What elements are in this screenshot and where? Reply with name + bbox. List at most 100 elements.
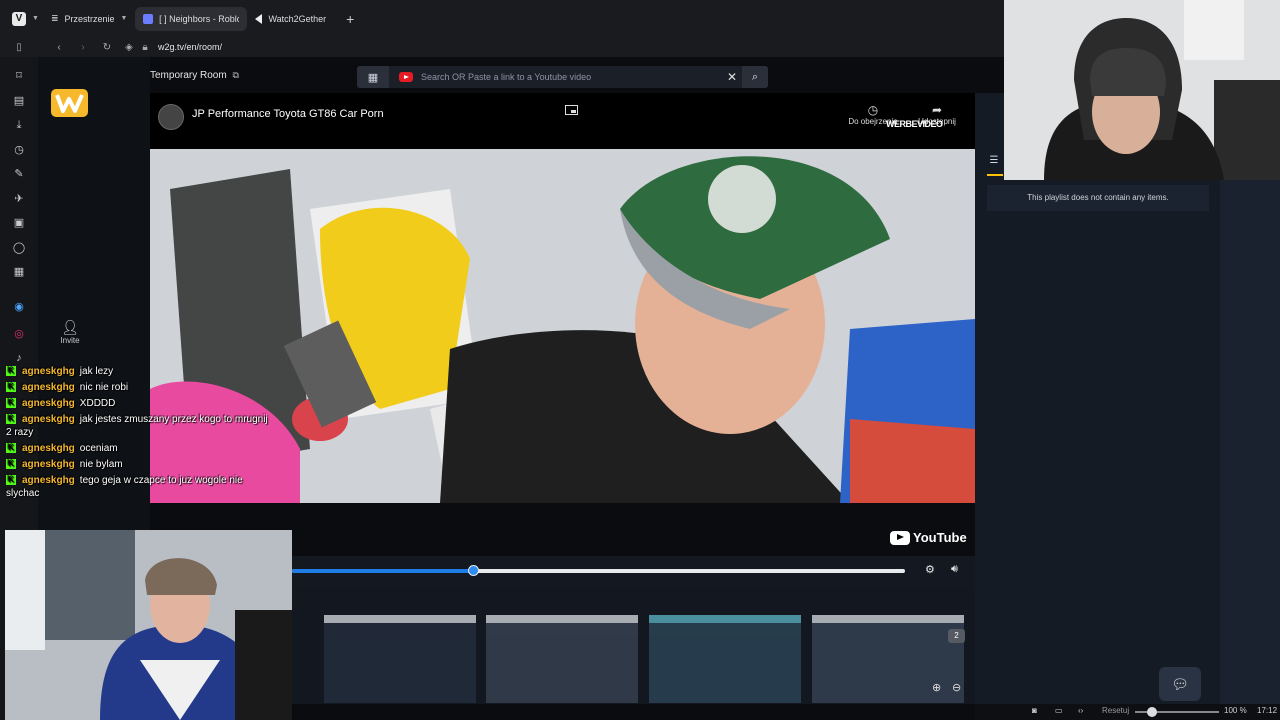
chat-text: oceniam: [79, 443, 118, 454]
chat-message: Kagneskghg XDDDD: [6, 397, 306, 410]
webcam-overlay-top-right: [1004, 0, 1280, 180]
chat-message: Kagneskghg tego geja w czapce to juz wogo…: [6, 474, 276, 500]
video-thumbnail[interactable]: [486, 615, 638, 703]
window-icon[interactable]: ▭: [1055, 706, 1063, 715]
channel-avatar[interactable]: [158, 104, 184, 130]
video-title[interactable]: JP Performance Toyota GT86 Car Porn: [192, 108, 384, 120]
search-button[interactable]: ⌕: [742, 66, 768, 88]
calendar-icon[interactable]: ▦: [12, 265, 26, 279]
messenger-icon[interactable]: ◉: [12, 300, 26, 314]
chat-text: nie bylam: [79, 459, 123, 470]
mail-icon[interactable]: ▣: [12, 216, 26, 230]
zoom-level: 100 %: [1224, 706, 1247, 715]
notes-icon[interactable]: ✎: [12, 167, 26, 181]
shield-icon[interactable]: ◈: [122, 42, 136, 53]
panel-toggle-icon[interactable]: ▯: [12, 42, 26, 53]
kick-icon: K: [6, 382, 16, 393]
volume-icon[interactable]: 🔊︎: [951, 563, 958, 576]
search-input[interactable]: Search OR Paste a link to a Youtube vide…: [421, 72, 722, 82]
back-icon[interactable]: ‹: [52, 42, 66, 53]
history-icon[interactable]: ◷: [12, 143, 26, 157]
chat-username: agneskghg: [22, 382, 75, 393]
video-thumbnail[interactable]: [324, 615, 476, 703]
room-title-text: Temporary Room: [150, 70, 227, 81]
thumbnail-top-bar: [812, 615, 964, 623]
w2g-logo[interactable]: [51, 89, 88, 117]
chat-message: Kagneskghg jak lezy: [6, 365, 306, 378]
miniplayer-icon[interactable]: [565, 105, 578, 115]
workspace-switcher[interactable]: ≣ Przestrzenie ▼: [51, 13, 128, 24]
chat-username: agneskghg: [22, 398, 75, 409]
tab-watch2gether[interactable]: Watch2Gether: [247, 7, 334, 31]
zoom-in-icon[interactable]: ⊕: [932, 681, 941, 694]
forward-icon[interactable]: ›: [76, 42, 90, 53]
video-thumbnail[interactable]: [649, 615, 801, 703]
settings-icon[interactable]: ⚙: [925, 563, 935, 576]
clock-icon: ◷: [867, 103, 879, 117]
chat-username: agneskghg: [22, 459, 75, 470]
video-watermark: WERBEVIDEO: [886, 119, 943, 129]
tiktok-icon[interactable]: ♪: [12, 351, 26, 365]
chat-text: XDDDD: [79, 398, 116, 409]
clock-time: 17:12: [1257, 706, 1278, 715]
instagram-icon[interactable]: ◎: [12, 327, 26, 341]
camera-icon[interactable]: ◙: [1032, 706, 1037, 715]
chevron-down-icon: ▼: [120, 15, 128, 22]
discord-icon: [143, 13, 154, 24]
lock-icon: 🔒︎: [142, 41, 148, 53]
chat-message: Kagneskghg nic nie robi: [6, 381, 306, 394]
chat-toggle-button[interactable]: 💬︎: [1159, 667, 1201, 701]
webcam-person-illustration: [5, 530, 292, 720]
browser-tab-bar: V ▼ ≣ Przestrzenie ▼ [ ] Neighbors - Rob…: [0, 0, 1004, 37]
chat-message: Kagneskghg nie bylam: [6, 458, 306, 471]
new-tab-button[interactable]: +: [346, 11, 354, 27]
vivaldi-logo-icon[interactable]: V: [12, 11, 26, 26]
active-tab-indicator: [987, 174, 1003, 176]
clear-search-button[interactable]: ✕: [722, 70, 742, 84]
webcam-person-illustration: [1004, 0, 1280, 180]
youtube-logo[interactable]: YouTube: [890, 530, 967, 545]
tab-neighbors[interactable]: [ ] Neighbors - Roblo: [135, 6, 248, 31]
reset-zoom-button[interactable]: Resetuj: [1102, 706, 1129, 715]
zoom-slider-handle[interactable]: [1147, 707, 1157, 717]
tab-label: [ ] Neighbors - Roblo: [159, 13, 240, 24]
reload-icon[interactable]: ↻: [100, 42, 114, 53]
chat-text: jak lezy: [79, 366, 114, 377]
zoom-out-icon[interactable]: ⊖: [952, 681, 961, 694]
thumbnail-top-bar: [324, 615, 476, 623]
invite-button[interactable]: 👤︎ Invite: [58, 319, 82, 345]
webcam-overlay-bottom-left: [5, 530, 292, 720]
search-bar: ▦ Search OR Paste a link to a Youtube vi…: [357, 66, 768, 88]
thumbnail-strip: [292, 586, 975, 704]
invite-label: Invite: [60, 336, 80, 345]
room-title: Temporary Room ⧉: [150, 70, 239, 81]
reader-icon[interactable]: ▤: [12, 94, 26, 108]
kick-icon: K: [6, 459, 16, 470]
address-bar: ▯ ‹ › ↻ ◈ 🔒︎ w2g.tv/en/room/: [0, 37, 1004, 57]
seek-bar-progress: [292, 569, 473, 573]
chevron-down-icon[interactable]: ▼: [32, 15, 39, 22]
chat-username: agneskghg: [22, 414, 75, 425]
kick-icon: K: [6, 475, 16, 486]
copy-icon[interactable]: ⧉: [232, 70, 238, 80]
playlist-tab-icon[interactable]: ☰: [986, 155, 1002, 171]
kick-icon: K: [6, 398, 16, 409]
right-side-strip: [1220, 180, 1280, 704]
thumbnail-top-bar: [649, 615, 801, 623]
url-field[interactable]: w2g.tv/en/room/: [158, 42, 222, 52]
code-icon[interactable]: ‹›: [1078, 706, 1083, 715]
chat-icon: 💬︎: [1171, 675, 1189, 692]
chat-username: agneskghg: [22, 443, 75, 454]
download-icon[interactable]: ⤓: [12, 118, 26, 132]
bookmark-icon[interactable]: ⌑: [12, 69, 26, 83]
workspace-label: Przestrzenie: [64, 13, 115, 24]
seek-handle[interactable]: [468, 565, 479, 576]
youtube-icon: [399, 72, 413, 82]
kick-icon: K: [6, 414, 16, 425]
stream-chat-overlay: Kagneskghg jak lezy Kagneskghg nic nie rob…: [6, 365, 306, 503]
translate-icon[interactable]: ✈: [12, 192, 26, 206]
grid-menu-button[interactable]: ▦: [357, 66, 389, 88]
chat-message: Kagneskghg oceniam: [6, 442, 306, 455]
chat-bubble-icon[interactable]: ◯: [12, 241, 26, 255]
stack-icon: ≣: [50, 13, 59, 23]
